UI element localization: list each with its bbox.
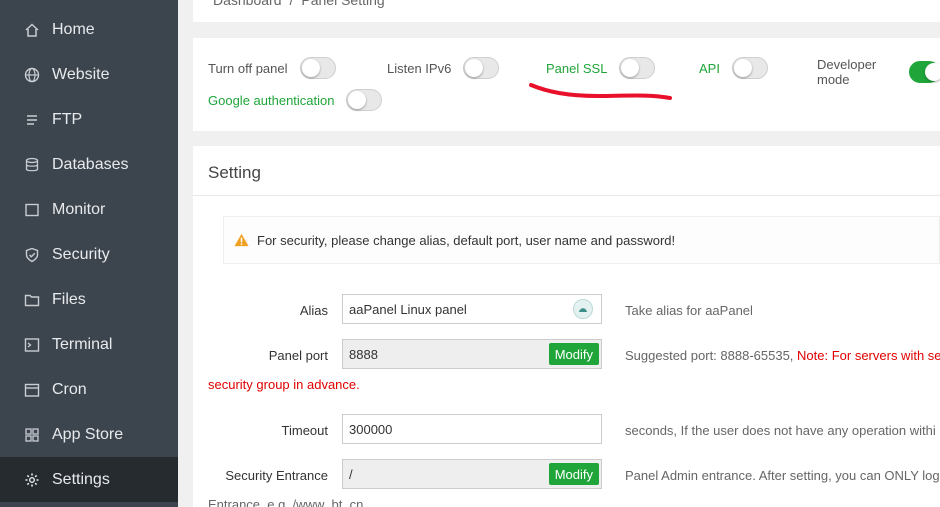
sidebar-item-terminal[interactable]: Terminal — [0, 322, 178, 367]
sidebar-item-label: App Store — [52, 425, 124, 443]
sidebar-item-label: Home — [52, 20, 95, 38]
breadcrumb-current: Panel Setting — [301, 0, 385, 8]
security-entrance-value: / — [349, 466, 353, 482]
api-toggle: API — [699, 57, 768, 79]
sidebar-item-label: Monitor — [52, 200, 106, 218]
listen-ipv6-toggle: Listen IPv6 — [387, 57, 500, 79]
api-label[interactable]: API — [699, 61, 720, 76]
panel-ssl-switch[interactable] — [619, 57, 656, 79]
sidebar-item-databases[interactable]: Databases — [0, 142, 178, 187]
google-auth-switch[interactable] — [346, 89, 383, 111]
sidebar-item-files[interactable]: Files — [0, 277, 178, 322]
google-auth-label[interactable]: Google authentication — [208, 93, 334, 108]
sidebar-item-label: Files — [52, 290, 86, 308]
security-alert: For security, please change alias, defau… — [223, 216, 940, 264]
security-entrance-label: Security Entrance — [225, 468, 328, 483]
sidebar-item-label: Website — [52, 65, 110, 83]
sidebar-item-label: Security — [52, 245, 110, 263]
breadcrumb-bar: Dashboard / Panel Setting — [193, 0, 940, 22]
timeout-hint: seconds, If the user does not have any o… — [625, 423, 936, 438]
turn-off-panel-switch[interactable] — [299, 57, 336, 79]
sidebar-item-label: Databases — [52, 155, 129, 173]
panel-ssl-label[interactable]: Panel SSL — [546, 61, 607, 76]
alias-input[interactable]: aaPanel Linux panel — [342, 294, 602, 324]
security-entrance-modify-button[interactable]: Modify — [548, 463, 599, 485]
setting-title: Setting — [208, 163, 261, 182]
panel-port-modify-button[interactable]: Modify — [548, 343, 599, 365]
panel-port-note-cont: security group in advance. — [208, 377, 360, 392]
breadcrumb: Dashboard / Panel Setting — [213, 0, 385, 8]
input-helper-icon[interactable] — [573, 299, 593, 319]
red-underline-annotation — [529, 83, 672, 100]
security-entrance-hint: Panel Admin entrance. After setting, you… — [625, 468, 940, 483]
developer-mode-switch[interactable] — [909, 61, 940, 83]
terminal-icon — [24, 337, 40, 353]
sidebar-item-website[interactable]: Website — [0, 52, 178, 97]
developer-mode-toggle: Developer mode — [817, 57, 940, 87]
sidebar-item-home[interactable]: Home — [0, 7, 178, 52]
globe-icon — [24, 67, 40, 83]
timeout-value: 300000 — [349, 421, 393, 437]
panel-ssl-toggle: Panel SSL — [546, 57, 656, 79]
sidebar-item-cron[interactable]: Cron — [0, 367, 178, 412]
panel-port-hint: Suggested port: 8888-65535, Note: For se… — [625, 348, 940, 363]
panel-port-input[interactable]: 8888 Modify — [342, 339, 602, 369]
turn-off-panel-label: Turn off panel — [208, 60, 288, 76]
shield-icon — [24, 247, 40, 263]
listen-ipv6-switch[interactable] — [463, 57, 500, 79]
security-entrance-hint-cont: Entrance, e.g. /www_bt_cn — [208, 497, 364, 507]
sidebar-item-label: Terminal — [52, 335, 113, 353]
app-store-icon — [24, 427, 40, 443]
google-auth-toggle: Google authentication — [208, 89, 383, 111]
breadcrumb-separator: / — [289, 0, 294, 8]
panel-port-hint-text: Suggested port: 8888-65535, — [625, 348, 798, 363]
setting-panel: Setting For security, please change alia… — [193, 146, 940, 507]
sidebar-item-settings[interactable]: Settings — [0, 457, 178, 502]
listen-ipv6-label: Listen IPv6 — [387, 60, 452, 76]
sidebar-item-label: FTP — [52, 110, 83, 128]
turn-off-panel-toggle: Turn off panel — [208, 57, 336, 79]
sidebar-item-label: Cron — [52, 380, 87, 398]
breadcrumb-home[interactable]: Dashboard — [213, 0, 282, 8]
timeout-input[interactable]: 300000 — [342, 414, 602, 444]
warning-icon — [234, 233, 249, 247]
sidebar-item-ftp[interactable]: FTP — [0, 97, 178, 142]
api-switch[interactable] — [731, 57, 768, 79]
sidebar-item-label: Settings — [52, 470, 110, 488]
home-icon — [24, 22, 40, 38]
ftp-icon — [24, 112, 40, 128]
gear-icon — [24, 472, 40, 488]
sidebar-item-security[interactable]: Security — [0, 232, 178, 277]
panel-port-note: Note: For servers with sec — [797, 348, 940, 363]
alert-text: For security, please change alias, defau… — [257, 232, 676, 248]
alias-label: Alias — [299, 303, 328, 318]
panel-port-value: 8888 — [349, 346, 378, 362]
cron-icon — [24, 382, 40, 398]
alias-hint: Take alias for aaPanel — [625, 303, 753, 318]
timeout-label: Timeout — [281, 423, 328, 438]
sidebar-item-app-store[interactable]: App Store — [0, 412, 178, 457]
sidebar-item-monitor[interactable]: Monitor — [0, 187, 178, 232]
divider — [193, 195, 940, 196]
security-entrance-input[interactable]: / Modify — [342, 459, 602, 489]
developer-mode-label: Developer mode — [817, 57, 877, 87]
panel-port-label: Panel port — [268, 348, 328, 363]
database-icon — [24, 157, 40, 173]
monitor-icon — [24, 202, 40, 218]
sidebar: Home Website FTP Databases Monitor Secur… — [0, 0, 178, 507]
alias-value: aaPanel Linux panel — [349, 301, 467, 317]
folder-icon — [24, 292, 40, 308]
